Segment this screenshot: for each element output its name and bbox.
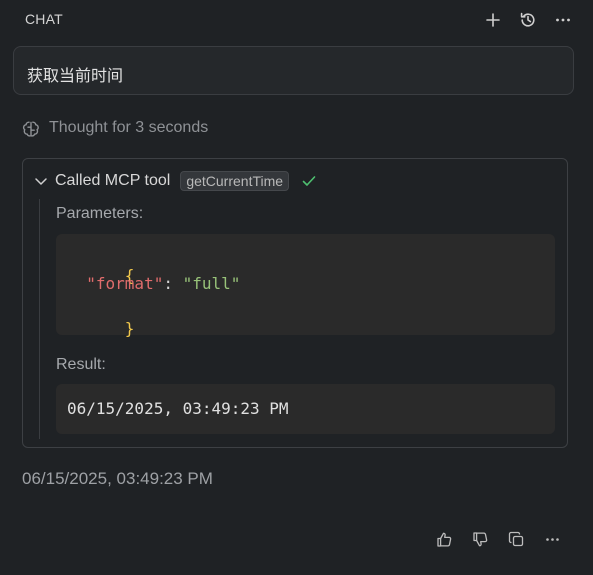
thumbs-down-button[interactable]	[468, 527, 492, 551]
code-line-param: "format": "full"	[67, 274, 240, 293]
parameters-label: Parameters:	[56, 205, 144, 222]
user-message-text: 获取当前时间	[27, 66, 124, 85]
code-line-close: }	[67, 300, 135, 357]
assistant-answer: 06/15/2025, 03:49:23 PM	[22, 469, 213, 488]
param-key: "format"	[86, 274, 164, 293]
header-actions	[481, 8, 575, 32]
result-code-block: 06/15/2025, 03:49:23 PM	[56, 384, 555, 434]
result-label: Result:	[56, 356, 106, 373]
tool-call-card: Called MCP tool getCurrentTime Parameter…	[22, 158, 568, 448]
brain-icon	[22, 121, 39, 137]
check-icon	[302, 176, 316, 186]
tool-call-header[interactable]: Called MCP tool getCurrentTime	[33, 171, 317, 191]
new-chat-button[interactable]	[481, 8, 505, 32]
thumbs-up-button[interactable]	[432, 527, 456, 551]
chevron-down-icon	[35, 178, 47, 185]
thumbs-up-icon	[436, 532, 451, 547]
history-button[interactable]	[516, 8, 540, 32]
chat-title: CHAT	[25, 11, 63, 27]
copy-button[interactable]	[504, 527, 528, 551]
message-actions	[432, 527, 564, 551]
param-colon: :	[163, 274, 183, 293]
chat-header: CHAT	[0, 0, 593, 38]
copy-icon	[508, 531, 523, 546]
plus-icon	[486, 13, 500, 27]
thumbs-down-icon	[472, 531, 487, 546]
parameters-code-block: { "format": "full" }	[56, 234, 555, 338]
thought-label: Thought for 3 seconds	[49, 119, 209, 136]
tool-call-indent-line	[39, 199, 40, 439]
more-icon	[545, 537, 559, 541]
thought-indicator[interactable]: Thought for 3 seconds	[22, 119, 208, 137]
user-message: 获取当前时间	[13, 46, 574, 95]
tool-call-label: Called MCP tool	[55, 172, 171, 189]
close-brace: }	[124, 319, 135, 338]
param-value: "full"	[182, 274, 241, 293]
more-icon	[556, 18, 570, 22]
result-value: 06/15/2025, 03:49:23 PM	[67, 399, 289, 418]
tool-name-badge: getCurrentTime	[180, 171, 290, 191]
message-more-button[interactable]	[540, 527, 564, 551]
history-icon	[520, 12, 535, 27]
more-options-button[interactable]	[551, 8, 575, 32]
